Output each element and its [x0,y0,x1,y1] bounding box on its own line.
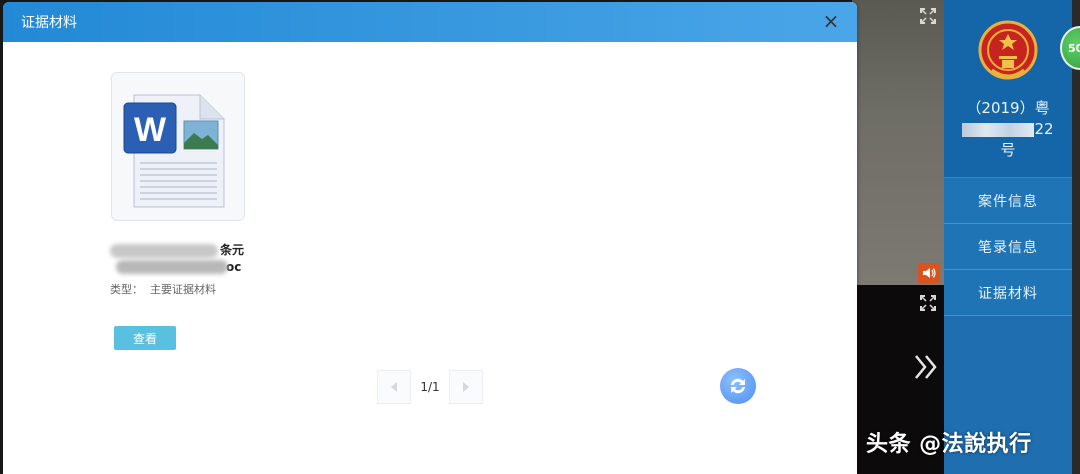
sidebar-item-evidence[interactable]: 证据材料 [944,270,1072,316]
video-pane-top [852,0,944,285]
redacted-text [110,244,218,258]
fullscreen-icon[interactable] [919,7,937,25]
redacted-text [116,260,228,274]
page-indicator: 1/1 [420,380,440,394]
sidebar-item-case-info[interactable]: 案件信息 [944,178,1072,224]
court-emblem-icon [978,20,1038,80]
close-button[interactable]: × [821,11,841,32]
case-number-line3: 号 [1000,141,1016,159]
speaker-icon[interactable] [918,263,940,283]
sidebar-item-records[interactable]: 笔录信息 [944,224,1072,270]
expand-panel-chevron-icon[interactable] [912,352,940,382]
word-document-icon: W [123,94,225,208]
caret-right-icon [463,382,469,392]
case-header: （2019）粤 22 号 [944,0,1072,178]
refresh-button[interactable] [720,368,756,404]
sidebar-item-label: 案件信息 [978,193,1038,210]
badge-text: 50 [1068,41,1080,55]
modal-title: 证据材料 [21,15,77,31]
prev-page-button[interactable] [377,370,411,404]
file-type-label: 类型： [110,283,143,296]
evidence-modal: 证据材料 × W 条元 oc 类型： 主要证据材料 查看 1/1 [3,2,857,474]
file-name: 条元 oc [110,242,250,276]
case-number-line2: 22 [944,119,1072,140]
redacted-text [962,122,1035,137]
window-edge [1072,0,1080,474]
fullscreen-icon[interactable] [919,294,937,312]
case-number: （2019）粤 22 号 [944,98,1072,161]
view-button[interactable]: 查看 [114,326,176,350]
caret-left-icon [391,382,397,392]
refresh-icon [731,378,745,394]
modal-header: 证据材料 [3,2,857,42]
watermark: 头条 @法說执行 [866,432,1032,457]
file-card[interactable]: W [111,72,245,221]
sidebar-item-label: 笔录信息 [978,239,1038,256]
sidebar-item-label: 证据材料 [978,285,1038,302]
svg-text:W: W [134,111,167,149]
pagination: 1/1 [377,370,483,404]
file-type-value: 主要证据材料 [150,283,216,296]
case-number-suffix: 22 [1034,120,1054,138]
next-page-button[interactable] [449,370,483,404]
file-type: 类型： 主要证据材料 [110,281,216,297]
case-sidebar: （2019）粤 22 号 案件信息 笔录信息 证据材料 [944,0,1072,474]
case-number-line1: （2019）粤 [966,99,1050,117]
